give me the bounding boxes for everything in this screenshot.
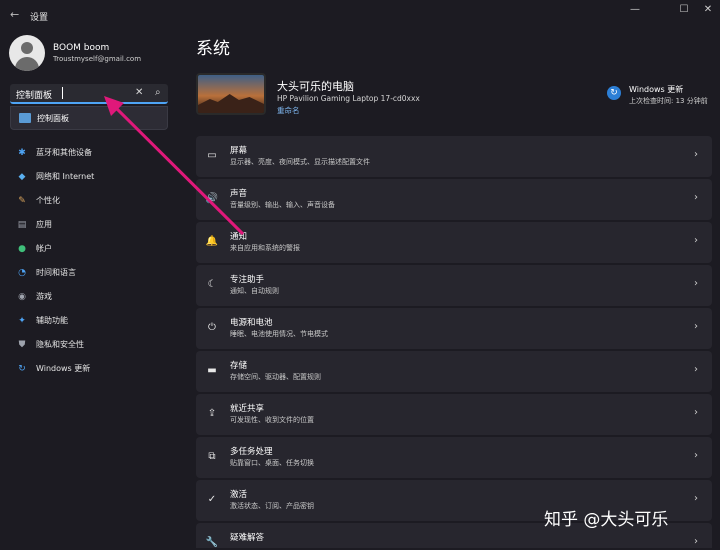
annotation-arrow	[104, 96, 245, 236]
watermark: 知乎 @大头可乐	[544, 510, 669, 530]
annotation-arrow-line	[110, 102, 245, 236]
